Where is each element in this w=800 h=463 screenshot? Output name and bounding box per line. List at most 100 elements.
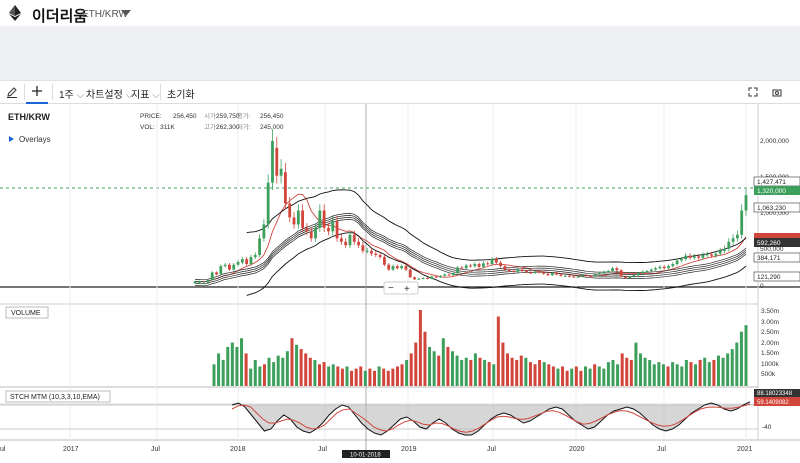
volume-bar (244, 353, 248, 386)
volume-bar (716, 355, 720, 386)
candle (581, 275, 584, 277)
candle (731, 238, 735, 242)
volume-bar (739, 331, 743, 386)
candle (335, 220, 339, 239)
volume-bar (583, 366, 587, 386)
candle (624, 276, 627, 278)
zoom-in-button[interactable]: + (404, 284, 410, 295)
indicators-menu[interactable]: 지표 ⌵ (131, 86, 160, 101)
period-label: 1주 (59, 90, 74, 101)
coin-dropdown-chevron-down-icon[interactable] (121, 10, 131, 16)
volume-bar (418, 310, 422, 386)
volume-bar (629, 359, 633, 386)
volume-bar (680, 366, 684, 386)
candle (210, 272, 214, 281)
candle (374, 253, 378, 255)
volume-bar (492, 364, 496, 386)
volume-bar (391, 368, 395, 386)
time-axis-label: Jul (657, 446, 666, 453)
legend-vol-value: 311K (160, 124, 175, 131)
pencil-icon[interactable] (6, 86, 18, 98)
candle (240, 259, 244, 263)
candle (550, 273, 554, 276)
price-chart[interactable]: ETH/KRW Overlays PRICE: 256,450 시가: 259,… (0, 104, 800, 459)
volume-bar (359, 366, 363, 386)
volume-bar (671, 362, 675, 386)
zoom-out-button[interactable]: − (388, 283, 394, 294)
candle (262, 224, 266, 239)
candle (705, 254, 709, 256)
volume-bar (648, 359, 652, 386)
add-tool-button[interactable] (26, 81, 48, 104)
chart-area[interactable]: ETH/KRW Overlays PRICE: 256,450 시가: 259,… (0, 104, 800, 459)
volume-bar (551, 366, 555, 386)
ethereum-logo-icon (9, 5, 21, 21)
candle (395, 266, 399, 269)
volume-bar (611, 359, 615, 386)
candle (727, 241, 731, 249)
candle (654, 268, 658, 270)
time-axis-label: Jul (318, 446, 327, 453)
candle (327, 227, 330, 232)
candle (197, 281, 201, 283)
volume-bar (437, 355, 441, 386)
candle (275, 147, 279, 176)
period-select[interactable]: 1주 ⌵ (59, 86, 84, 101)
legend-vol-label: VOL: (140, 124, 155, 131)
volume-bar (299, 349, 303, 386)
volume-bar (235, 346, 239, 386)
candle (671, 264, 675, 267)
volume-bar (698, 359, 702, 386)
candle (482, 263, 485, 267)
volume-bar (395, 366, 399, 386)
candle (417, 278, 421, 280)
volume-bar (538, 359, 542, 386)
candle (292, 217, 296, 225)
volume-bar (602, 368, 606, 386)
toolbar-divider (24, 84, 25, 100)
candle (477, 264, 481, 267)
candle (413, 277, 416, 280)
chart-settings-menu[interactable]: 차트설정 ⌵ (86, 86, 133, 101)
volume-bar (519, 355, 523, 386)
volume-axis-label: 3.50m (761, 308, 779, 315)
candle (279, 168, 283, 176)
legend-price-label: PRICE: (140, 113, 162, 120)
candle (301, 210, 305, 228)
candle (658, 266, 662, 269)
candle (451, 273, 455, 276)
expand-icon[interactable] (748, 87, 758, 97)
volume-bar (510, 357, 514, 386)
candle (361, 245, 365, 251)
volume-bar (616, 364, 620, 386)
volume-bar (340, 368, 344, 386)
volume-bar (675, 364, 679, 386)
volume-bar (368, 368, 372, 386)
reset-button[interactable]: 초기화 (167, 86, 195, 101)
candle (662, 266, 666, 269)
volume-bar (285, 351, 289, 386)
candle (740, 210, 744, 235)
volume-axis-label: 2.50m (761, 329, 779, 336)
candle (426, 277, 429, 279)
price-tag-upper-text: 1,427,471 (757, 179, 786, 186)
candle (438, 275, 442, 278)
overlays-toggle[interactable]: Overlays (19, 135, 51, 144)
volume-bar (634, 342, 638, 386)
candle (309, 231, 313, 239)
volume-bar (556, 368, 560, 386)
volume-bar (253, 359, 257, 386)
camera-icon[interactable] (772, 87, 782, 97)
volume-bar (290, 338, 294, 386)
volume-bar (460, 359, 464, 386)
candle (697, 256, 701, 258)
chart-symbol: ETH/KRW (8, 112, 50, 122)
candle (529, 272, 533, 274)
candle (503, 266, 507, 270)
candle (348, 234, 352, 246)
time-axis-label: Jul (487, 446, 496, 453)
candle (408, 269, 412, 278)
candle (469, 265, 472, 267)
volume-bar (354, 368, 358, 386)
volume-bar (405, 359, 409, 386)
